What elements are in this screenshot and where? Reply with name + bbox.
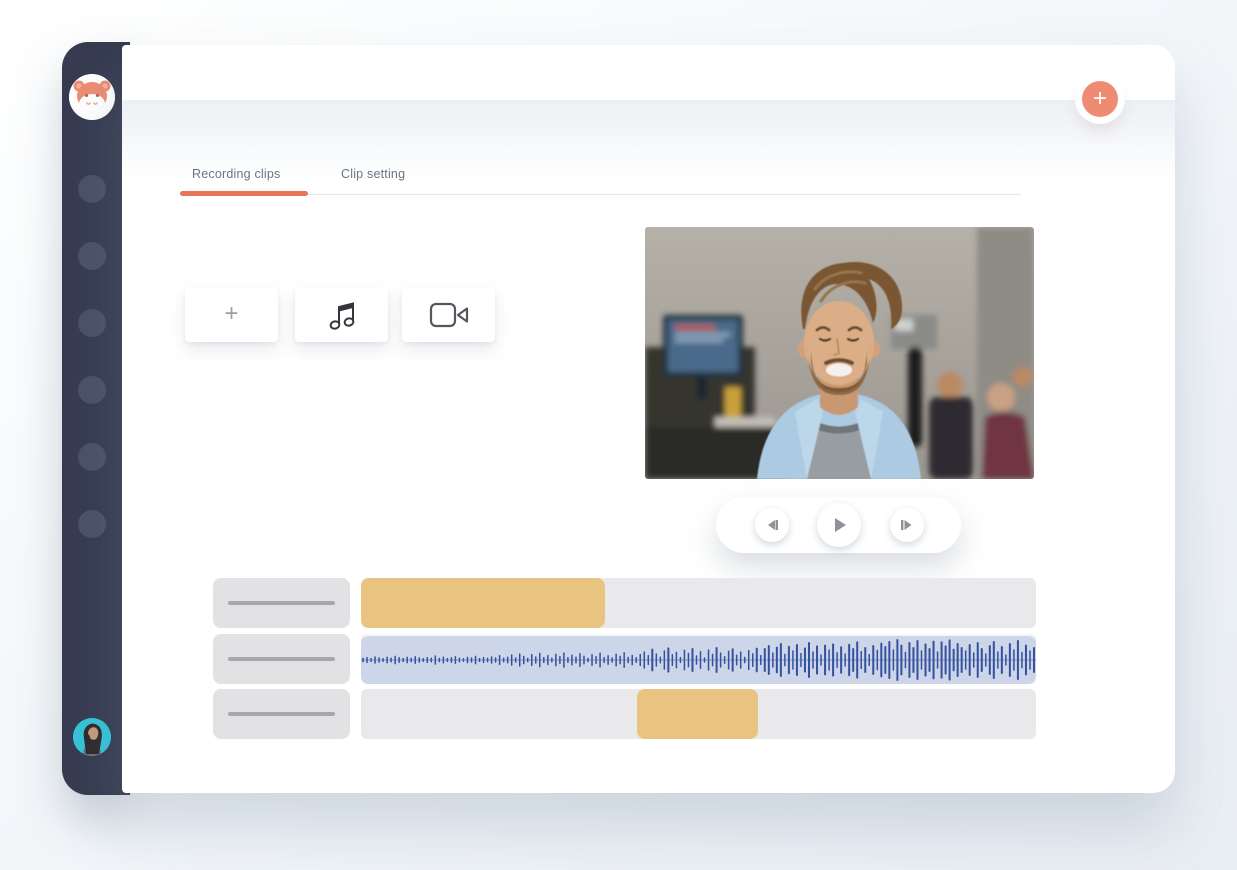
music-note-icon [328, 299, 356, 331]
add-clip-button[interactable]: + [185, 287, 278, 342]
step-forward-button[interactable] [890, 508, 924, 542]
track-2-audio-clip[interactable] [361, 634, 1036, 684]
add-video-button[interactable] [402, 287, 495, 342]
user-avatar[interactable] [73, 718, 111, 756]
video-camera-icon [429, 302, 469, 328]
audio-waveform [361, 636, 1036, 684]
tab-recording-clips[interactable]: Recording clips [192, 167, 280, 181]
track-3-handle[interactable] [213, 689, 350, 739]
track-1-handle[interactable] [213, 578, 350, 628]
plus-icon: + [1093, 85, 1107, 112]
track-3-lane [361, 689, 1036, 739]
user-avatar-photo [73, 718, 111, 756]
sidebar-item-3[interactable] [78, 309, 106, 337]
sidebar-nav [78, 175, 106, 577]
track-1-lane [361, 578, 1036, 628]
sidebar [62, 42, 130, 795]
play-icon [828, 514, 850, 536]
step-backward-icon [763, 516, 781, 534]
monkey-logo-icon [69, 74, 115, 120]
track-1-clip[interactable] [361, 578, 605, 628]
sidebar-item-1[interactable] [78, 175, 106, 203]
presenter-photo [645, 227, 1034, 479]
active-tab-indicator [180, 191, 308, 196]
drag-grip [228, 601, 335, 605]
track-2-lane [361, 634, 1036, 684]
main-card: + Recording clips Clip setting + [122, 45, 1175, 793]
app-logo[interactable] [69, 74, 115, 120]
drag-grip [228, 657, 335, 661]
add-music-button[interactable] [295, 287, 388, 342]
track-2-handle[interactable] [213, 634, 350, 684]
sidebar-item-4[interactable] [78, 376, 106, 404]
playback-controls [716, 497, 961, 553]
play-button[interactable] [817, 503, 861, 547]
tab-clip-setting[interactable]: Clip setting [341, 167, 405, 181]
drag-grip [228, 712, 335, 716]
plus-icon: + [224, 300, 238, 328]
track-3-clip[interactable] [637, 689, 758, 739]
sidebar-item-6[interactable] [78, 510, 106, 538]
add-fab-button[interactable]: + [1082, 81, 1118, 117]
step-forward-icon [898, 516, 916, 534]
sidebar-item-2[interactable] [78, 242, 106, 270]
sidebar-item-5[interactable] [78, 443, 106, 471]
step-backward-button[interactable] [755, 508, 789, 542]
